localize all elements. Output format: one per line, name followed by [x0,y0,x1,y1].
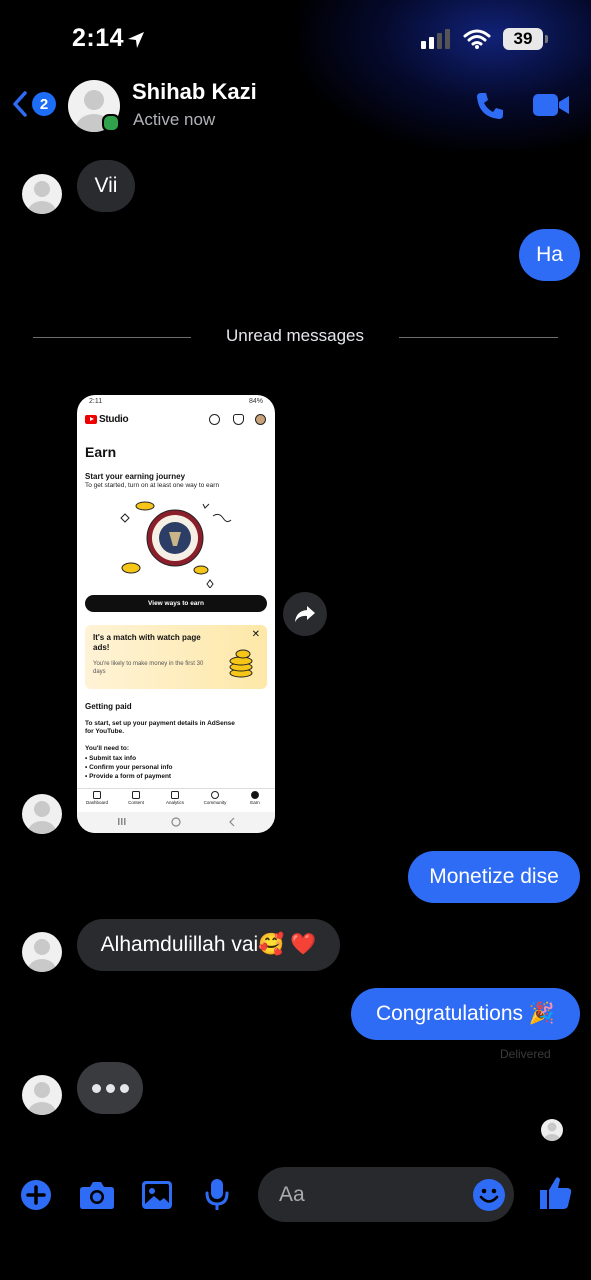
photo-gallery-icon[interactable] [141,1180,173,1210]
shot-card-text: You're likely to make money in the first… [93,661,204,675]
contact-status: Active now [133,110,216,129]
close-icon: ✕ [251,629,260,640]
shot-need-text: Submit tax info [89,755,137,762]
microphone-icon[interactable] [205,1178,229,1212]
phone-call-icon[interactable] [474,90,506,122]
channel-avatar-icon [255,414,266,425]
shot-need-item: • Submit tax info [85,755,137,762]
seen-receipt-avatar [541,1119,563,1141]
shot-nav-label: Content [128,800,144,805]
earn-dollar-icon [251,791,259,799]
shot-need-text: Confirm your personal info [89,764,173,771]
contact-name[interactable]: Shihab Kazi [132,79,257,105]
analytics-icon [171,791,179,799]
system-nav-icons [118,817,235,827]
shot-nav-label: Analytics [165,800,184,805]
plus-icon[interactable] [20,1179,52,1211]
shot-nav-label: Community [203,800,227,805]
shot-nav-label: Earn [250,800,260,805]
shot-status-battery: 84% [248,398,263,405]
shot-nav-item: Content [118,791,154,805]
typing-dot [119,1083,129,1093]
battery-tip [545,35,548,43]
shot-status-time: 2:11 [89,398,103,405]
shot-heading: Start your earning journey [85,472,186,481]
wifi-icon [463,29,491,49]
default-avatar-icon [28,1082,56,1115]
community-icon [211,791,219,799]
shot-nav-item: Earn [237,791,273,805]
typing-indicator [77,1062,143,1114]
default-avatar-icon [28,801,56,834]
share-arrow-icon [295,606,315,622]
default-avatar-icon [544,1122,560,1141]
shot-system-nav [77,812,275,833]
cellular-signal-icon [421,29,450,49]
message-incoming[interactable]: Vii [77,160,135,212]
like-thumbs-up-icon[interactable] [538,1175,572,1211]
message-outgoing[interactable]: Ha [519,229,580,281]
video-call-icon[interactable] [532,92,570,118]
sender-avatar[interactable] [22,174,62,214]
divider-line-right [399,337,558,338]
default-avatar-icon [28,939,56,972]
shot-page-title: Earn [85,444,117,460]
shot-nav-item: Dashboard [79,791,115,805]
unread-count-badge: 2 [32,92,56,116]
coins-icon [229,649,253,678]
shot-bottom-nav: Dashboard Content Analytics Community Ea… [77,788,275,810]
battery-level: 39 [513,29,533,48]
bell-icon [233,414,244,425]
shot-app-name: Studio [99,414,129,425]
sender-avatar[interactable] [22,932,62,972]
sender-avatar[interactable] [22,1075,62,1115]
online-indicator [102,114,120,132]
shared-image-message[interactable]: 2:11 84% Studio Earn Start your earning … [77,395,275,833]
shot-subheading: To get started, turn on at least one way… [85,482,220,489]
chevron-left-icon [13,91,27,117]
delivered-status: Delivered [500,1047,551,1061]
message-incoming[interactable]: Alhamdulillah vai🥰 ❤️ [77,919,340,971]
status-time: 2:14 [72,24,125,52]
youtube-logo-icon [85,415,97,424]
dashboard-icon [93,791,101,799]
location-arrow-icon [128,32,144,48]
shot-view-ways-button: View ways to earn [85,595,267,612]
back-button[interactable]: 2 [10,90,56,118]
message-outgoing[interactable]: Monetize dise [408,851,580,903]
default-avatar-icon [28,181,56,214]
shot-card-title: It's a match with watch page ads! [93,633,201,652]
message-outgoing[interactable]: Congratulations 🎉 [351,988,580,1040]
shot-nav-item: Analytics [157,791,193,805]
shot-need-item: • Confirm your personal info [85,764,173,771]
earn-illustration-icon [120,501,232,588]
battery-indicator: 39 [503,28,548,50]
shot-need-text: Provide a form of payment [89,773,172,780]
typing-dot [105,1083,115,1093]
shot-need-title: You'll need to: [85,745,130,752]
shot-need-item: • Provide a form of payment [85,773,172,780]
chat-header: 2 Shihab Kazi Active now [0,78,591,138]
shot-paid-text: To start, set up your payment details in… [85,720,235,735]
shot-match-card: It's a match with watch page ads! You're… [85,625,267,689]
shot-paid-title: Getting paid [85,702,132,711]
shot-nav-item: Community [197,791,233,805]
camera-icon[interactable] [79,1180,115,1210]
share-button[interactable] [283,592,327,636]
status-icons: 39 [421,28,548,50]
emoji-icon[interactable] [472,1178,506,1212]
content-icon [132,791,140,799]
shot-nav-label: Dashboard [85,800,108,805]
sender-avatar[interactable] [22,794,62,834]
divider-line-left [33,337,191,338]
unread-divider: Unread messages [226,326,364,345]
typing-dot [91,1083,101,1093]
create-icon [209,414,220,425]
